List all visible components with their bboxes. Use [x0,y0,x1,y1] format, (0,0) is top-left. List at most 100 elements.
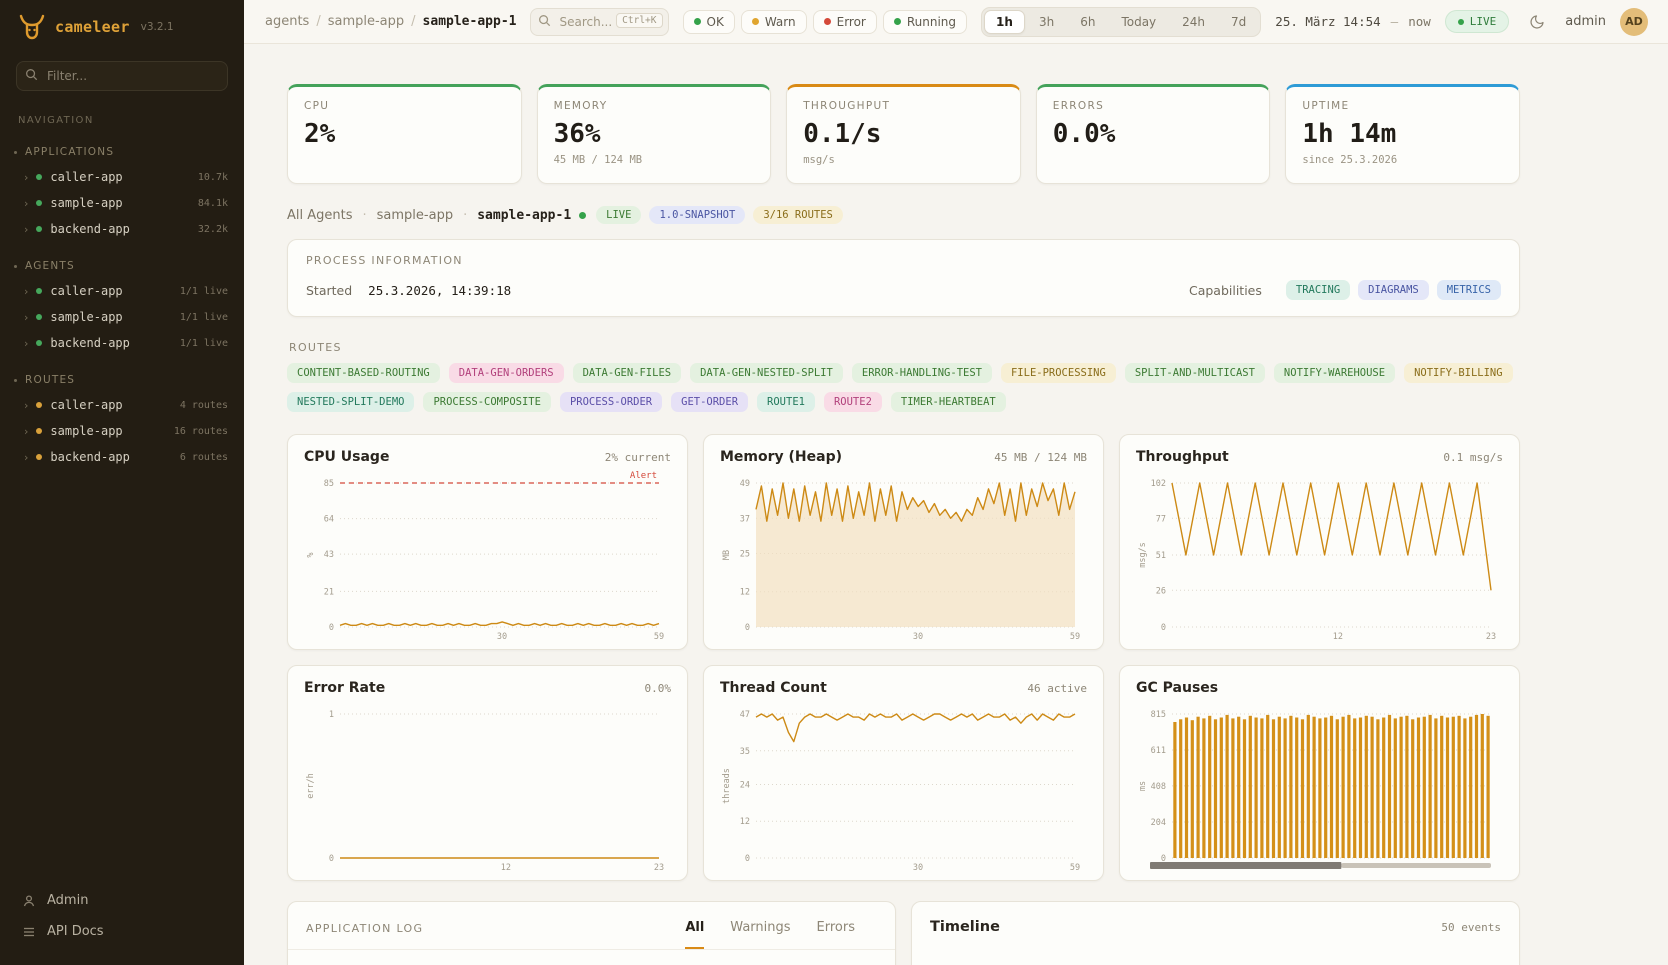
chart-card-thread-count: Thread Count46 active473524120threads305… [703,665,1104,881]
range-6h[interactable]: 6h [1068,10,1107,34]
chart-canvas: 473524120threads3059 [720,700,1087,874]
route-chip-data-gen-files[interactable]: DATA-GEN-FILES [573,363,682,383]
stat-label: MEMORY [554,100,755,112]
timeline-card: Timeline 50 events [911,901,1520,965]
sidebar-item-badge: 32.2k [198,224,228,235]
route-chip-data-gen-orders[interactable]: DATA-GEN-ORDERS [449,363,564,383]
sidebar-item-routes-sample-app[interactable]: ›sample-app16 routes [0,418,244,444]
filter-warn[interactable]: Warn [741,10,807,34]
sidebar-item-agents-backend-app[interactable]: ›backend-app1/1 live [0,330,244,356]
range-1h[interactable]: 1h [984,10,1025,34]
route-chip-process-order[interactable]: PROCESS-ORDER [560,392,662,412]
sidebar-section-title-applications[interactable]: APPLICATIONS [0,140,244,164]
svg-text:26: 26 [1156,586,1166,596]
docs-icon [22,925,36,939]
stat-value: 1h 14m [1302,121,1503,147]
range-3h[interactable]: 3h [1027,10,1066,34]
stat-card-uptime: UPTIME1h 14msince 25.3.2026 [1285,84,1520,184]
app-name: cameleer [55,18,130,36]
route-chip-process-composite[interactable]: PROCESS-COMPOSITE [423,392,550,412]
svg-text:25: 25 [740,550,750,560]
topbar: agents / sample-app / sample-app-1 Ctrl+… [244,0,1668,44]
route-chip-data-gen-nested-split[interactable]: DATA-GEN-NESTED-SPLIT [690,363,843,383]
route-chip-route1[interactable]: ROUTE1 [757,392,815,412]
chart-svg: 473524120threads3059 [720,700,1087,874]
route-chip-file-processing[interactable]: FILE-PROCESSING [1001,363,1116,383]
svg-text:23: 23 [1486,632,1496,642]
route-chip-get-order[interactable]: GET-ORDER [671,392,748,412]
breadcrumb-agents[interactable]: agents [265,14,309,29]
status-dot-icon [36,226,42,232]
sidebar-section-title-agents[interactable]: AGENTS [0,254,244,278]
log-tab-errors[interactable]: Errors [817,920,855,949]
sidebar-item-agents-sample-app[interactable]: ›sample-app1/1 live [0,304,244,330]
footer-item-api-docs[interactable]: API Docs [0,916,244,947]
filter-dot-icon [894,18,901,25]
context-link-all-agents[interactable]: All Agents [287,208,353,223]
time-range-group: 1h3h6hToday24h7d [981,7,1261,37]
sidebar-section-agents: AGENTS›caller-app1/1 live›sample-app1/1 … [0,254,244,356]
sidebar-item-applications-backend-app[interactable]: ›backend-app32.2k [0,216,244,242]
filter-running[interactable]: Running [883,10,967,34]
context-link-sample-app[interactable]: sample-app [377,208,453,223]
sidebar-item-label: backend-app [50,222,129,236]
log-tab-warnings[interactable]: Warnings [730,920,790,949]
date-range-display[interactable]: 25. März 14:54 — now [1275,14,1430,29]
filter-ok[interactable]: OK [683,10,735,34]
app-version: v3.2.1 [141,21,174,33]
app-logo: cameleer v3.2.1 [0,0,244,51]
route-chip-split-and-multicast[interactable]: SPLIT-AND-MULTICAST [1125,363,1265,383]
sidebar-item-badge: 1/1 live [180,286,228,297]
sidebar-item-routes-backend-app[interactable]: ›backend-app6 routes [0,444,244,470]
chevron-right-icon: › [24,197,28,210]
svg-text:30: 30 [497,632,507,642]
sidebar-item-badge: 16 routes [174,426,228,437]
chart-svg: 856443210%3059Alert [304,469,671,643]
filter-dot-icon [824,18,831,25]
sidebar-item-agents-caller-app[interactable]: ›caller-app1/1 live [0,278,244,304]
status-dot-icon [36,314,42,320]
breadcrumb-sample-app[interactable]: sample-app [328,14,404,29]
capability-metrics: METRICS [1437,280,1501,300]
route-chip-error-handling-test[interactable]: ERROR-HANDLING-TEST [852,363,992,383]
avatar[interactable]: AD [1620,8,1648,36]
sidebar-item-badge: 4 routes [180,400,228,411]
chart-title: Error Rate [304,680,385,696]
timeline-title: Timeline [930,919,1000,935]
route-chip-nested-split-demo[interactable]: NESTED-SPLIT-DEMO [287,392,414,412]
stat-sub: msg/s [803,154,1004,166]
route-chip-notify-billing[interactable]: NOTIFY-BILLING [1404,363,1513,383]
chart-svg: 1027751260msg/s1223 [1136,469,1503,643]
application-log-title: APPLICATION LOG [306,922,423,949]
sidebar-item-applications-caller-app[interactable]: ›caller-app10.7k [0,164,244,190]
svg-text:49: 49 [740,479,750,489]
sidebar-section-title-routes[interactable]: ROUTES [0,368,244,392]
context-separator: · [363,208,367,223]
route-chip-content-based-routing[interactable]: CONTENT-BASED-ROUTING [287,363,440,383]
section-marker-icon [14,151,17,154]
chart-canvas: 8156114082040ms [1136,700,1503,874]
route-chip-timer-heartbeat[interactable]: TIMER-HEARTBEAT [891,392,1006,412]
chart-title: Thread Count [720,680,827,696]
stat-card-throughput: THROUGHPUT0.1/smsg/s [786,84,1021,184]
section-marker-icon [14,379,17,382]
sidebar-filter-input[interactable] [16,61,228,91]
live-toggle[interactable]: LIVE [1445,10,1510,33]
route-chip-route2[interactable]: ROUTE2 [824,392,882,412]
filter-error[interactable]: Error [813,10,877,34]
log-tab-all[interactable]: All [685,920,704,949]
dark-mode-toggle[interactable] [1523,8,1551,36]
footer-item-admin[interactable]: Admin [0,885,244,916]
date-range-separator: — [1391,14,1399,29]
range-7d[interactable]: 7d [1219,10,1258,34]
range-today[interactable]: Today [1109,10,1168,34]
range-24h[interactable]: 24h [1170,10,1217,34]
svg-text:0: 0 [1161,623,1166,633]
sidebar-item-applications-sample-app[interactable]: ›sample-app84.1k [0,190,244,216]
route-chip-notify-warehouse[interactable]: NOTIFY-WAREHOUSE [1274,363,1395,383]
admin-icon [22,894,36,908]
svg-text:12: 12 [740,817,750,827]
filter-label: Error [837,15,866,29]
sidebar-item-routes-caller-app[interactable]: ›caller-app4 routes [0,392,244,418]
search-icon [25,68,38,81]
